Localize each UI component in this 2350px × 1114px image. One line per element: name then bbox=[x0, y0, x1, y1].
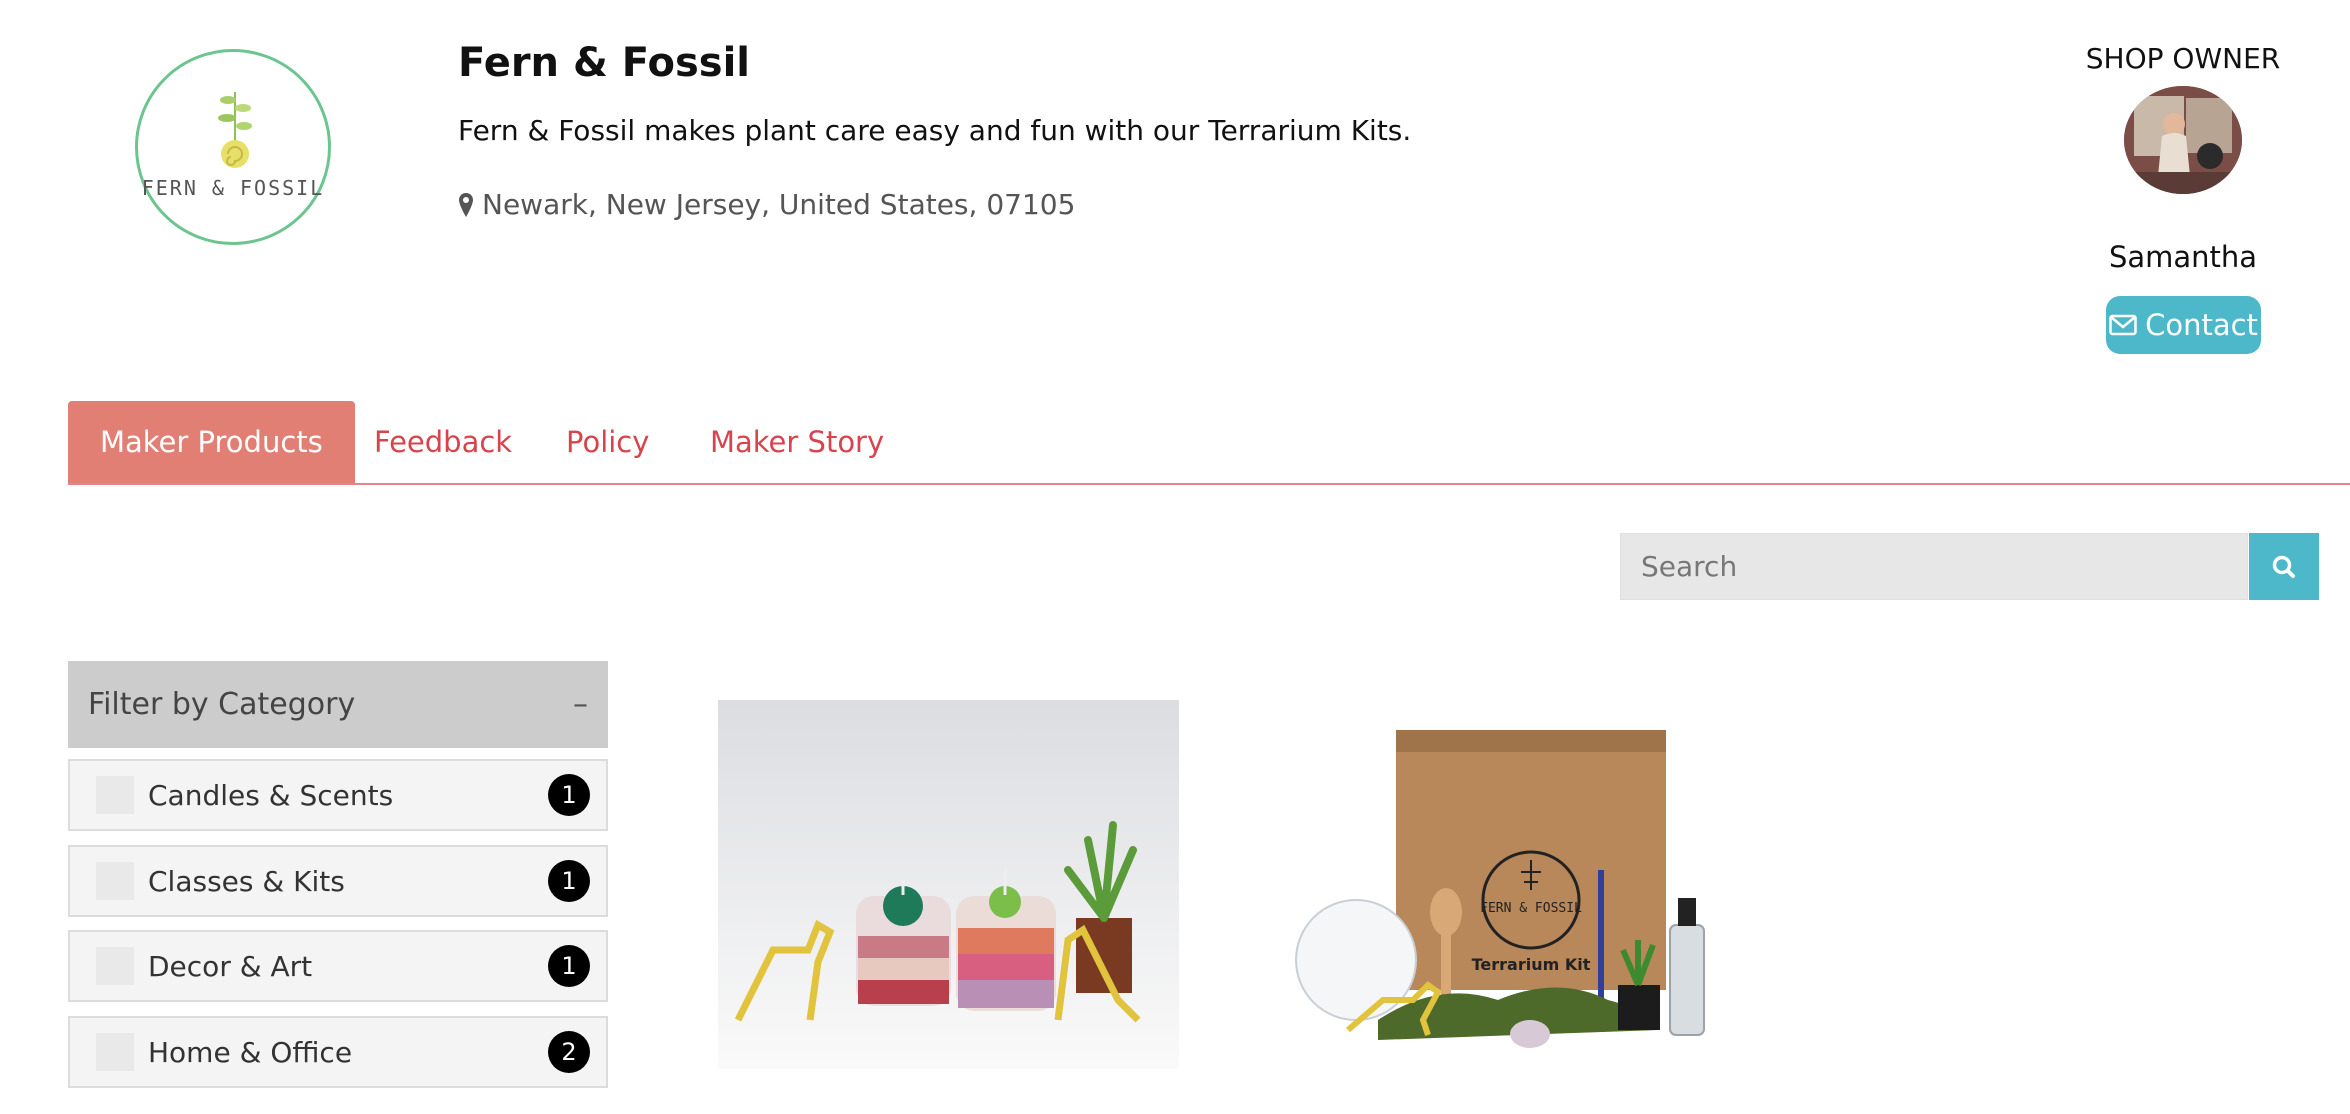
category-checkbox[interactable] bbox=[96, 947, 134, 985]
category-checkbox[interactable] bbox=[96, 1033, 134, 1071]
owner-photo bbox=[2124, 86, 2242, 194]
collapse-toggle-icon[interactable]: – bbox=[573, 687, 588, 722]
filter-title: Filter by Category bbox=[88, 687, 356, 722]
category-label: Candles & Scents bbox=[148, 778, 394, 812]
category-label: Classes & Kits bbox=[148, 864, 345, 898]
filter-item-home-office[interactable]: Home & Office 2 bbox=[68, 1016, 608, 1088]
plant-logo-icon bbox=[218, 92, 252, 168]
search-input[interactable] bbox=[1620, 533, 2248, 600]
map-marker-icon bbox=[459, 192, 473, 217]
product-card-terrarium-kit[interactable]: FERN & FOSSIL Terrarium Kit bbox=[1278, 700, 1739, 1069]
envelope-icon bbox=[2109, 314, 2137, 336]
logo-text: FERN & FOSSIL bbox=[141, 176, 325, 200]
product-image-terrarium-kit: FERN & FOSSIL Terrarium Kit bbox=[1278, 700, 1739, 1069]
filter-by-category-header[interactable]: Filter by Category – bbox=[68, 661, 608, 748]
category-count-badge: 1 bbox=[548, 774, 590, 816]
contact-label: Contact bbox=[2145, 308, 2258, 342]
product-image-candles bbox=[718, 700, 1179, 1069]
category-checkbox[interactable] bbox=[96, 776, 134, 814]
category-label: Decor & Art bbox=[148, 949, 313, 983]
owner-avatar[interactable] bbox=[2124, 86, 2242, 194]
filter-item-candles-scents[interactable]: Candles & Scents 1 bbox=[68, 759, 608, 831]
filter-item-decor-art[interactable]: Decor & Art 1 bbox=[68, 930, 608, 1002]
tab-maker-products[interactable]: Maker Products bbox=[68, 401, 355, 483]
box-logo-text: FERN & FOSSIL bbox=[1480, 901, 1582, 916]
tabs-divider bbox=[68, 483, 2350, 485]
shop-description: Fern & Fossil makes plant care easy and … bbox=[458, 114, 1412, 147]
category-checkbox[interactable] bbox=[96, 862, 134, 900]
tab-policy[interactable]: Policy bbox=[566, 401, 649, 483]
shop-name: Fern & Fossil bbox=[458, 40, 750, 86]
owner-name: Samantha bbox=[2108, 240, 2258, 274]
tab-maker-story[interactable]: Maker Story bbox=[710, 401, 884, 483]
filter-item-classes-kits[interactable]: Classes & Kits 1 bbox=[68, 845, 608, 917]
category-count-badge: 1 bbox=[548, 945, 590, 987]
tab-feedback[interactable]: Feedback bbox=[374, 401, 512, 483]
search-icon bbox=[2272, 555, 2295, 578]
shop-location: Newark, New Jersey, United States, 07105 bbox=[458, 188, 1075, 221]
shop-logo: FERN & FOSSIL bbox=[135, 49, 331, 245]
location-text: Newark, New Jersey, United States, 07105 bbox=[482, 188, 1076, 221]
product-card-candles[interactable] bbox=[718, 700, 1179, 1069]
category-label: Home & Office bbox=[148, 1035, 353, 1069]
category-count-badge: 2 bbox=[548, 1031, 590, 1073]
category-count-badge: 1 bbox=[548, 860, 590, 902]
shop-owner-label: SHOP OWNER bbox=[2085, 42, 2281, 75]
box-label-text: Terrarium Kit bbox=[1472, 955, 1591, 974]
contact-button[interactable]: Contact bbox=[2106, 296, 2261, 354]
search-button[interactable] bbox=[2249, 533, 2319, 600]
